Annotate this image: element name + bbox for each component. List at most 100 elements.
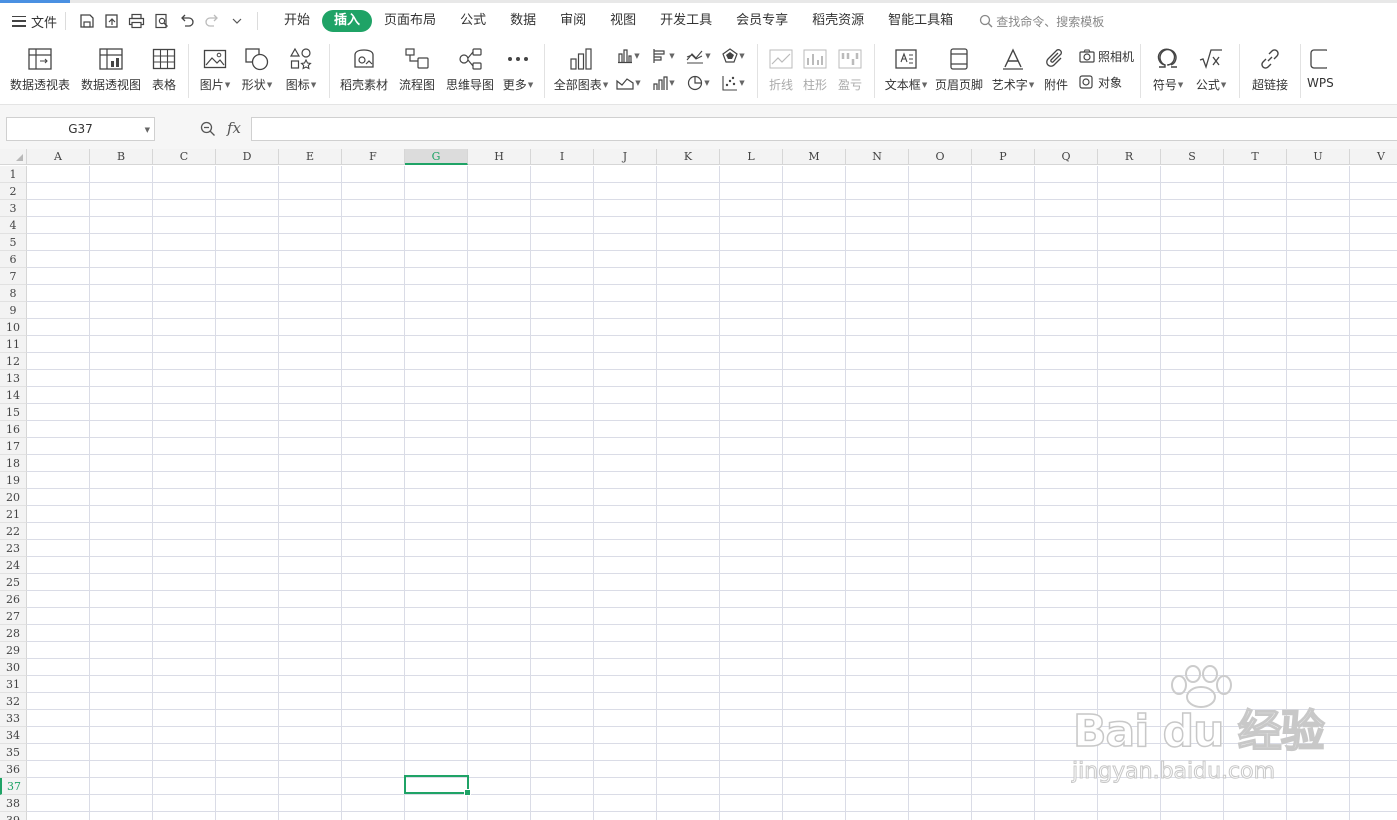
row-header-32[interactable]: 32: [0, 693, 27, 710]
fx-icon[interactable]: fx: [227, 119, 241, 137]
row-header-6[interactable]: 6: [0, 251, 27, 268]
column-chart-button[interactable]: ▼: [611, 42, 646, 69]
tab-docer-resources[interactable]: 稻壳资源: [800, 10, 876, 32]
row-header-7[interactable]: 7: [0, 268, 27, 285]
column-header-g[interactable]: G: [405, 149, 468, 165]
redo-icon[interactable]: [199, 9, 224, 33]
sparkline-column-button[interactable]: 柱形: [798, 39, 832, 101]
row-header-23[interactable]: 23: [0, 540, 27, 557]
wordart-button[interactable]: 艺术字▼: [987, 39, 1039, 101]
formula-input[interactable]: [251, 117, 1397, 141]
row-header-1[interactable]: 1: [0, 166, 27, 183]
wps-feature-button[interactable]: WPS: [1307, 39, 1337, 101]
row-header-2[interactable]: 2: [0, 183, 27, 200]
sparkline-winloss-button[interactable]: 盈亏: [832, 39, 868, 101]
shape-button[interactable]: 形状▼: [235, 39, 279, 101]
camera-button[interactable]: 照相机: [1079, 43, 1134, 69]
object-button[interactable]: 对象: [1079, 69, 1134, 95]
column-header-i[interactable]: I: [531, 149, 594, 165]
row-header-10[interactable]: 10: [0, 319, 27, 336]
mindmap-button[interactable]: 思维导图: [442, 39, 498, 101]
spreadsheet-grid[interactable]: A B C D E F G H I J K L M N O P Q R S T U V 1 2 3 4 5 6 7 8 9 10 11 12 13 1…: [0, 149, 1397, 820]
sparkline-line-button[interactable]: 折线: [764, 39, 798, 101]
more-button[interactable]: 更多▼: [498, 39, 538, 101]
row-header-14[interactable]: 14: [0, 387, 27, 404]
column-header-j[interactable]: J: [594, 149, 657, 165]
row-header-19[interactable]: 19: [0, 472, 27, 489]
column-header-e[interactable]: E: [279, 149, 342, 165]
row-header-34[interactable]: 34: [0, 727, 27, 744]
save-icon[interactable]: [74, 9, 99, 33]
textbox-button[interactable]: 文本框▼: [881, 39, 931, 101]
row-header-4[interactable]: 4: [0, 217, 27, 234]
column-header-k[interactable]: K: [657, 149, 720, 165]
row-header-12[interactable]: 12: [0, 353, 27, 370]
column-header-m[interactable]: M: [783, 149, 846, 165]
row-header-22[interactable]: 22: [0, 523, 27, 540]
header-footer-button[interactable]: 页眉页脚: [931, 39, 987, 101]
row-header-3[interactable]: 3: [0, 200, 27, 217]
file-menu[interactable]: 文件: [12, 9, 57, 33]
pie-chart-button[interactable]: ▼: [681, 69, 716, 96]
row-header-36[interactable]: 36: [0, 761, 27, 778]
combo-chart-button[interactable]: ▼: [646, 69, 681, 96]
column-header-r[interactable]: R: [1098, 149, 1161, 165]
tab-page-layout[interactable]: 页面布局: [372, 10, 448, 32]
row-header-17[interactable]: 17: [0, 438, 27, 455]
radar-chart-button[interactable]: ▼: [716, 42, 751, 69]
row-header-25[interactable]: 25: [0, 574, 27, 591]
flowchart-button[interactable]: 流程图: [392, 39, 442, 101]
row-header-13[interactable]: 13: [0, 370, 27, 387]
pivot-table-button[interactable]: 数据透视表: [4, 39, 76, 101]
row-header-9[interactable]: 9: [0, 302, 27, 319]
row-header-11[interactable]: 11: [0, 336, 27, 353]
column-header-o[interactable]: O: [909, 149, 972, 165]
column-header-n[interactable]: N: [846, 149, 909, 165]
pivot-chart-button[interactable]: 数据透视图: [76, 39, 146, 101]
row-header-21[interactable]: 21: [0, 506, 27, 523]
column-header-t[interactable]: T: [1224, 149, 1287, 165]
column-header-s[interactable]: S: [1161, 149, 1224, 165]
select-all-corner[interactable]: [0, 149, 27, 165]
hyperlink-button[interactable]: 超链接: [1246, 39, 1294, 101]
column-header-d[interactable]: D: [216, 149, 279, 165]
column-header-c[interactable]: C: [153, 149, 216, 165]
attachment-button[interactable]: 附件: [1039, 39, 1073, 101]
row-header-29[interactable]: 29: [0, 642, 27, 659]
formula-insert-button[interactable]: 公式▼: [1189, 39, 1233, 101]
tab-insert[interactable]: 插入: [322, 10, 373, 32]
row-header-27[interactable]: 27: [0, 608, 27, 625]
tab-home[interactable]: 开始: [272, 10, 322, 32]
tab-smart-toolbox[interactable]: 智能工具箱: [876, 10, 965, 32]
docer-material-button[interactable]: 稻壳素材: [336, 39, 392, 101]
cell-area[interactable]: [27, 166, 1397, 820]
name-box[interactable]: G37 ▼: [6, 117, 155, 141]
table-button[interactable]: 表格: [146, 39, 182, 101]
row-header-20[interactable]: 20: [0, 489, 27, 506]
row-header-18[interactable]: 18: [0, 455, 27, 472]
row-header-38[interactable]: 38: [0, 795, 27, 812]
row-header-16[interactable]: 16: [0, 421, 27, 438]
print-icon[interactable]: [124, 9, 149, 33]
column-header-a[interactable]: A: [27, 149, 90, 165]
row-header-31[interactable]: 31: [0, 676, 27, 693]
tab-view[interactable]: 视图: [598, 10, 648, 32]
undo-icon[interactable]: [174, 9, 199, 33]
line-chart-button[interactable]: ▼: [681, 42, 716, 69]
active-cell-g37[interactable]: [404, 775, 471, 796]
tab-developer[interactable]: 开发工具: [648, 10, 724, 32]
row-header-26[interactable]: 26: [0, 591, 27, 608]
row-header-8[interactable]: 8: [0, 285, 27, 302]
column-header-f[interactable]: F: [342, 149, 405, 165]
all-charts-button[interactable]: 全部图表▼: [551, 39, 611, 101]
row-header-15[interactable]: 15: [0, 404, 27, 421]
tab-member[interactable]: 会员专享: [724, 10, 800, 32]
export-pdf-icon[interactable]: [99, 9, 124, 33]
column-header-u[interactable]: U: [1287, 149, 1350, 165]
scatter-chart-button[interactable]: ▼: [716, 69, 751, 96]
row-header-39[interactable]: 39: [0, 812, 27, 820]
zoom-function-icon[interactable]: [200, 121, 216, 140]
column-header-l[interactable]: L: [720, 149, 783, 165]
row-header-35[interactable]: 35: [0, 744, 27, 761]
row-header-30[interactable]: 30: [0, 659, 27, 676]
